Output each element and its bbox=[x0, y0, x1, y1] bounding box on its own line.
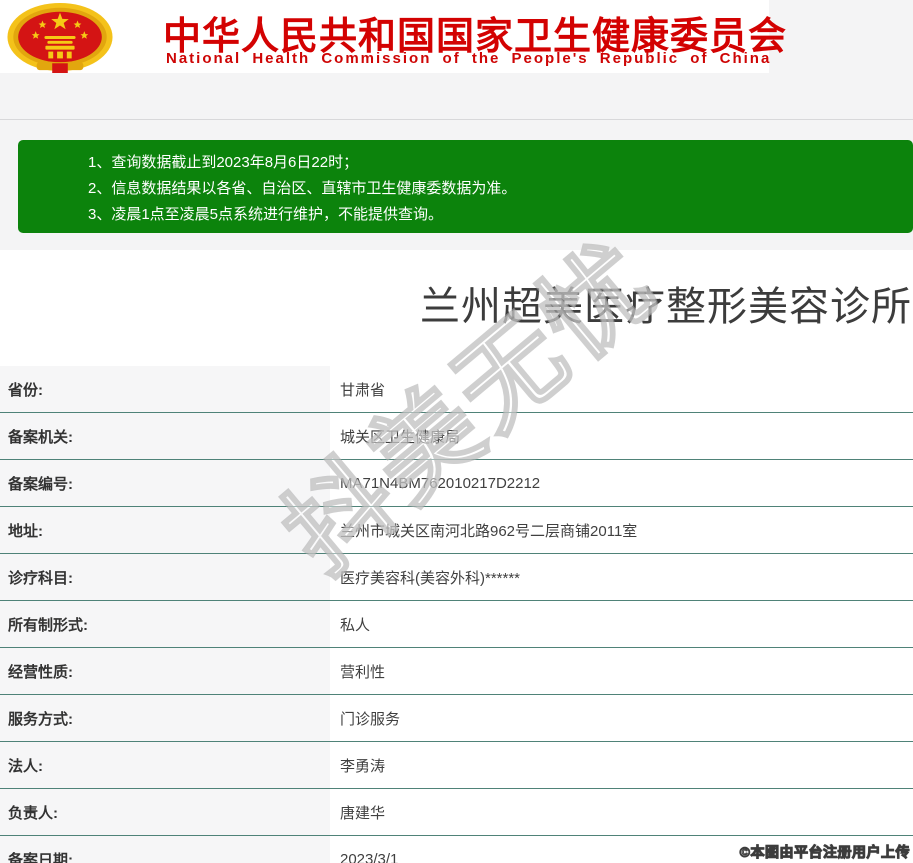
table-row: 负责人: 唐建华 bbox=[0, 789, 913, 836]
table-row: 地址: 兰州市城关区南河北路962号二层商铺2011室 bbox=[0, 507, 913, 554]
field-label: 法人: bbox=[0, 742, 330, 788]
national-emblem-icon bbox=[7, 2, 113, 73]
field-value: 医疗美容科(美容外科)****** bbox=[330, 554, 913, 600]
site-header[interactable]: 中华人民共和国国家卫生健康委员会 National Health Commiss… bbox=[0, 0, 786, 73]
notice-line-2: 2、信息数据结果以各省、自治区、直辖市卫生健康委数据为准。 bbox=[88, 180, 517, 197]
field-value: 门诊服务 bbox=[330, 695, 913, 741]
table-row: 诊疗科目: 医疗美容科(美容外科)****** bbox=[0, 554, 913, 601]
field-label: 备案编号: bbox=[0, 460, 330, 506]
field-value: 甘肃省 bbox=[330, 366, 913, 412]
fields-table: 省份: 甘肃省 备案机关: 城关区卫生健康局 备案编号: MA71N4BM762… bbox=[0, 366, 913, 863]
field-value: 营利性 bbox=[330, 648, 913, 694]
field-label: 负责人: bbox=[0, 789, 330, 835]
field-label: 经营性质: bbox=[0, 648, 330, 694]
upload-credit-text: ©本图由平台注册用户上传 bbox=[739, 844, 910, 861]
table-row: 服务方式: 门诊服务 bbox=[0, 695, 913, 742]
field-label: 备案日期: bbox=[0, 836, 330, 863]
site-title-en: National Health Commission of the People… bbox=[166, 50, 772, 67]
notice-box: 1、查询数据截止到2023年8月6日22时； 2、信息数据结果以各省、自治区、直… bbox=[18, 140, 913, 233]
field-value: 兰州市城关区南河北路962号二层商铺2011室 bbox=[330, 507, 913, 553]
table-row: 经营性质: 营利性 bbox=[0, 648, 913, 695]
content-area: 兰州超美医疗整形美容诊所 省份: 甘肃省 备案机关: 城关区卫生健康局 备案编号… bbox=[0, 250, 913, 863]
field-value: 李勇涛 bbox=[330, 742, 913, 788]
table-row: 所有制形式: 私人 bbox=[0, 601, 913, 648]
table-row: 法人: 李勇涛 bbox=[0, 742, 913, 789]
field-label: 地址: bbox=[0, 507, 330, 553]
field-value: MA71N4BM762010217D2212 bbox=[330, 460, 913, 506]
header-divider bbox=[0, 119, 913, 120]
field-label: 省份: bbox=[0, 366, 330, 412]
notice-line-1: 1、查询数据截止到2023年8月6日22时； bbox=[88, 154, 359, 171]
page: 中华人民共和国国家卫生健康委员会 National Health Commiss… bbox=[0, 0, 913, 863]
institution-title: 兰州超美医疗整形美容诊所 bbox=[420, 285, 912, 329]
field-label: 服务方式: bbox=[0, 695, 330, 741]
field-label: 备案机关: bbox=[0, 413, 330, 459]
table-row: 省份: 甘肃省 bbox=[0, 366, 913, 413]
field-label: 所有制形式: bbox=[0, 601, 330, 647]
table-row: 备案编号: MA71N4BM762010217D2212 bbox=[0, 460, 913, 507]
field-value: 私人 bbox=[330, 601, 913, 647]
field-value: 城关区卫生健康局 bbox=[330, 413, 913, 459]
table-row: 备案机关: 城关区卫生健康局 bbox=[0, 413, 913, 460]
field-value: 唐建华 bbox=[330, 789, 913, 835]
notice-line-3: 3、凌晨1点至凌晨5点系统进行维护，不能提供查询。 bbox=[88, 206, 444, 223]
field-label: 诊疗科目: bbox=[0, 554, 330, 600]
